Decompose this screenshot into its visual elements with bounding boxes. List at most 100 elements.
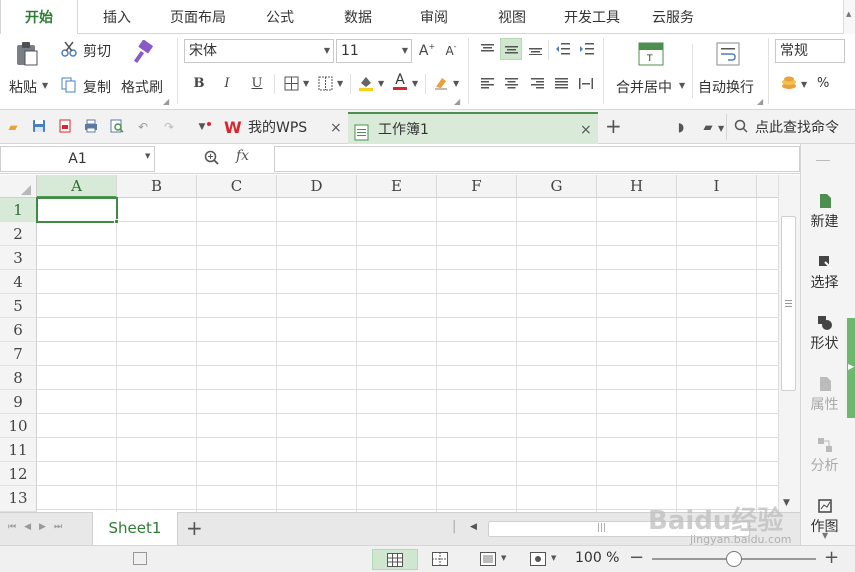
- scroll-down-icon[interactable]: ▼: [783, 498, 790, 508]
- normal-view-button[interactable]: [372, 549, 418, 570]
- vertical-scroll-thumb[interactable]: [781, 216, 796, 391]
- menu-tab-page-layout[interactable]: 页面布局: [160, 0, 236, 34]
- scroll-left-icon[interactable]: ◀: [470, 522, 477, 532]
- menu-tab-review[interactable]: 审阅: [404, 0, 464, 34]
- close-icon[interactable]: ×: [580, 114, 592, 146]
- borders-dropdown-icon[interactable]: ▼: [303, 79, 309, 88]
- column-header-h[interactable]: H: [597, 175, 677, 198]
- panel-item-shape[interactable]: 形状: [801, 316, 848, 353]
- column-header-e[interactable]: E: [357, 175, 437, 198]
- align-top-icon[interactable]: [476, 38, 498, 60]
- font-color-button[interactable]: A: [389, 70, 411, 92]
- menu-tab-insert[interactable]: 插入: [86, 0, 148, 34]
- zoom-in-icon[interactable]: +: [824, 547, 839, 568]
- page-break-view-icon[interactable]: [432, 552, 448, 570]
- copy-icon[interactable]: [60, 76, 78, 94]
- print-icon[interactable]: [83, 119, 99, 135]
- align-left-icon[interactable]: [476, 72, 498, 94]
- sheet-nav-icon[interactable]: ⏮◀▶⏭: [8, 522, 70, 532]
- fill-color-icon[interactable]: [355, 72, 377, 94]
- print-preview-icon[interactable]: [109, 119, 125, 135]
- row-header[interactable]: 3: [0, 246, 37, 270]
- name-box[interactable]: A1: [0, 146, 155, 172]
- merge-center-button[interactable]: 合并居中: [616, 77, 672, 97]
- sheet-tab-sheet1[interactable]: Sheet1: [92, 512, 178, 545]
- theme-skin-icon[interactable]: ◗: [673, 119, 689, 135]
- font-dialog-launcher[interactable]: ◢: [454, 97, 460, 106]
- font-color-dropdown-icon[interactable]: ▼: [412, 79, 418, 88]
- row-header[interactable]: 9: [0, 390, 37, 414]
- redo-icon[interactable]: ↷: [161, 119, 177, 135]
- panel-scroll-down-icon[interactable]: ▼: [822, 531, 828, 540]
- currency-icon[interactable]: [781, 75, 797, 91]
- macro-record-icon[interactable]: [133, 552, 147, 565]
- column-header-f[interactable]: F: [437, 175, 517, 198]
- font-size-select[interactable]: 11 ▼: [336, 39, 412, 63]
- cell-grid[interactable]: [37, 198, 778, 512]
- italic-button[interactable]: I: [216, 72, 238, 94]
- decrease-font-size-button[interactable]: A-: [440, 40, 462, 62]
- insert-function-button[interactable]: fx: [236, 148, 249, 164]
- borders-icon[interactable]: [280, 72, 302, 94]
- select-all-corner[interactable]: [0, 175, 37, 198]
- align-right-icon[interactable]: [526, 72, 548, 94]
- row-header[interactable]: 7: [0, 342, 37, 366]
- wrap-text-icon[interactable]: [716, 42, 740, 66]
- decrease-indent-icon[interactable]: [552, 38, 574, 60]
- row-header[interactable]: 4: [0, 270, 37, 294]
- menu-tab-view[interactable]: 视图: [482, 0, 542, 34]
- clear-format-icon[interactable]: [430, 72, 452, 94]
- align-bottom-icon[interactable]: [524, 38, 546, 60]
- column-header-c[interactable]: C: [197, 175, 277, 198]
- percent-button[interactable]: %: [817, 76, 829, 91]
- ribbon-scroll-up[interactable]: ▲: [843, 0, 855, 34]
- align-middle-icon[interactable]: [500, 38, 522, 60]
- cut-button[interactable]: 剪切: [83, 41, 111, 61]
- fill-color-dropdown-icon[interactable]: ▼: [378, 79, 384, 88]
- undo-icon[interactable]: ↶: [135, 119, 151, 135]
- reading-mode-dropdown-icon[interactable]: ▼: [551, 554, 556, 562]
- distributed-align-icon[interactable]: [575, 72, 597, 94]
- justify-icon[interactable]: [550, 72, 572, 94]
- panel-item-select[interactable]: 选择: [801, 255, 848, 292]
- scissors-icon[interactable]: [60, 40, 78, 58]
- paste-dropdown-icon[interactable]: ▼: [42, 81, 48, 90]
- paste-button[interactable]: 粘贴: [9, 77, 37, 97]
- fill-handle[interactable]: [114, 219, 119, 224]
- reading-mode-icon[interactable]: [530, 552, 546, 570]
- zoom-out-icon[interactable]: −: [629, 547, 644, 568]
- panel-item-properties[interactable]: 属性: [801, 377, 848, 414]
- increase-font-size-button[interactable]: A +: [416, 40, 438, 62]
- alignment-dialog-launcher[interactable]: ◢: [757, 97, 763, 106]
- merge-dropdown-icon[interactable]: ▼: [679, 81, 685, 90]
- menu-tab-data[interactable]: 数据: [328, 0, 388, 34]
- panel-item-analysis[interactable]: 分析: [801, 438, 848, 475]
- zoom-slider-handle[interactable]: [726, 551, 742, 567]
- panel-grip[interactable]: [816, 160, 830, 161]
- layout-dropdown-icon[interactable]: ▼: [501, 554, 506, 562]
- column-header-i[interactable]: I: [677, 175, 757, 198]
- page-layout-view-icon[interactable]: [480, 552, 496, 570]
- bold-button[interactable]: B: [188, 72, 210, 94]
- wrap-text-button[interactable]: 自动换行: [698, 77, 754, 97]
- clear-format-dropdown-icon[interactable]: ▼: [453, 79, 459, 88]
- row-header[interactable]: 8: [0, 366, 37, 390]
- underline-button[interactable]: U: [246, 72, 268, 94]
- add-sheet-button[interactable]: +: [186, 516, 203, 540]
- column-header-d[interactable]: D: [277, 175, 357, 198]
- number-format-select[interactable]: 常规: [775, 39, 845, 63]
- feedback-icon[interactable]: ▰: [700, 119, 716, 135]
- row-header[interactable]: 12: [0, 462, 37, 486]
- column-header-g[interactable]: G: [517, 175, 597, 198]
- panel-collapse-handle[interactable]: ▶: [847, 318, 855, 418]
- align-center-icon[interactable]: [500, 72, 522, 94]
- menu-tab-developer[interactable]: 开发工具: [556, 0, 628, 34]
- row-header[interactable]: 6: [0, 318, 37, 342]
- export-pdf-icon[interactable]: [57, 119, 73, 135]
- active-cell[interactable]: [36, 197, 118, 223]
- format-painter-icon[interactable]: [131, 39, 155, 66]
- row-header[interactable]: 10: [0, 414, 37, 438]
- close-icon[interactable]: ×: [330, 112, 342, 144]
- copy-button[interactable]: 复制: [83, 77, 111, 97]
- new-tab-plus-icon[interactable]: +: [605, 114, 622, 138]
